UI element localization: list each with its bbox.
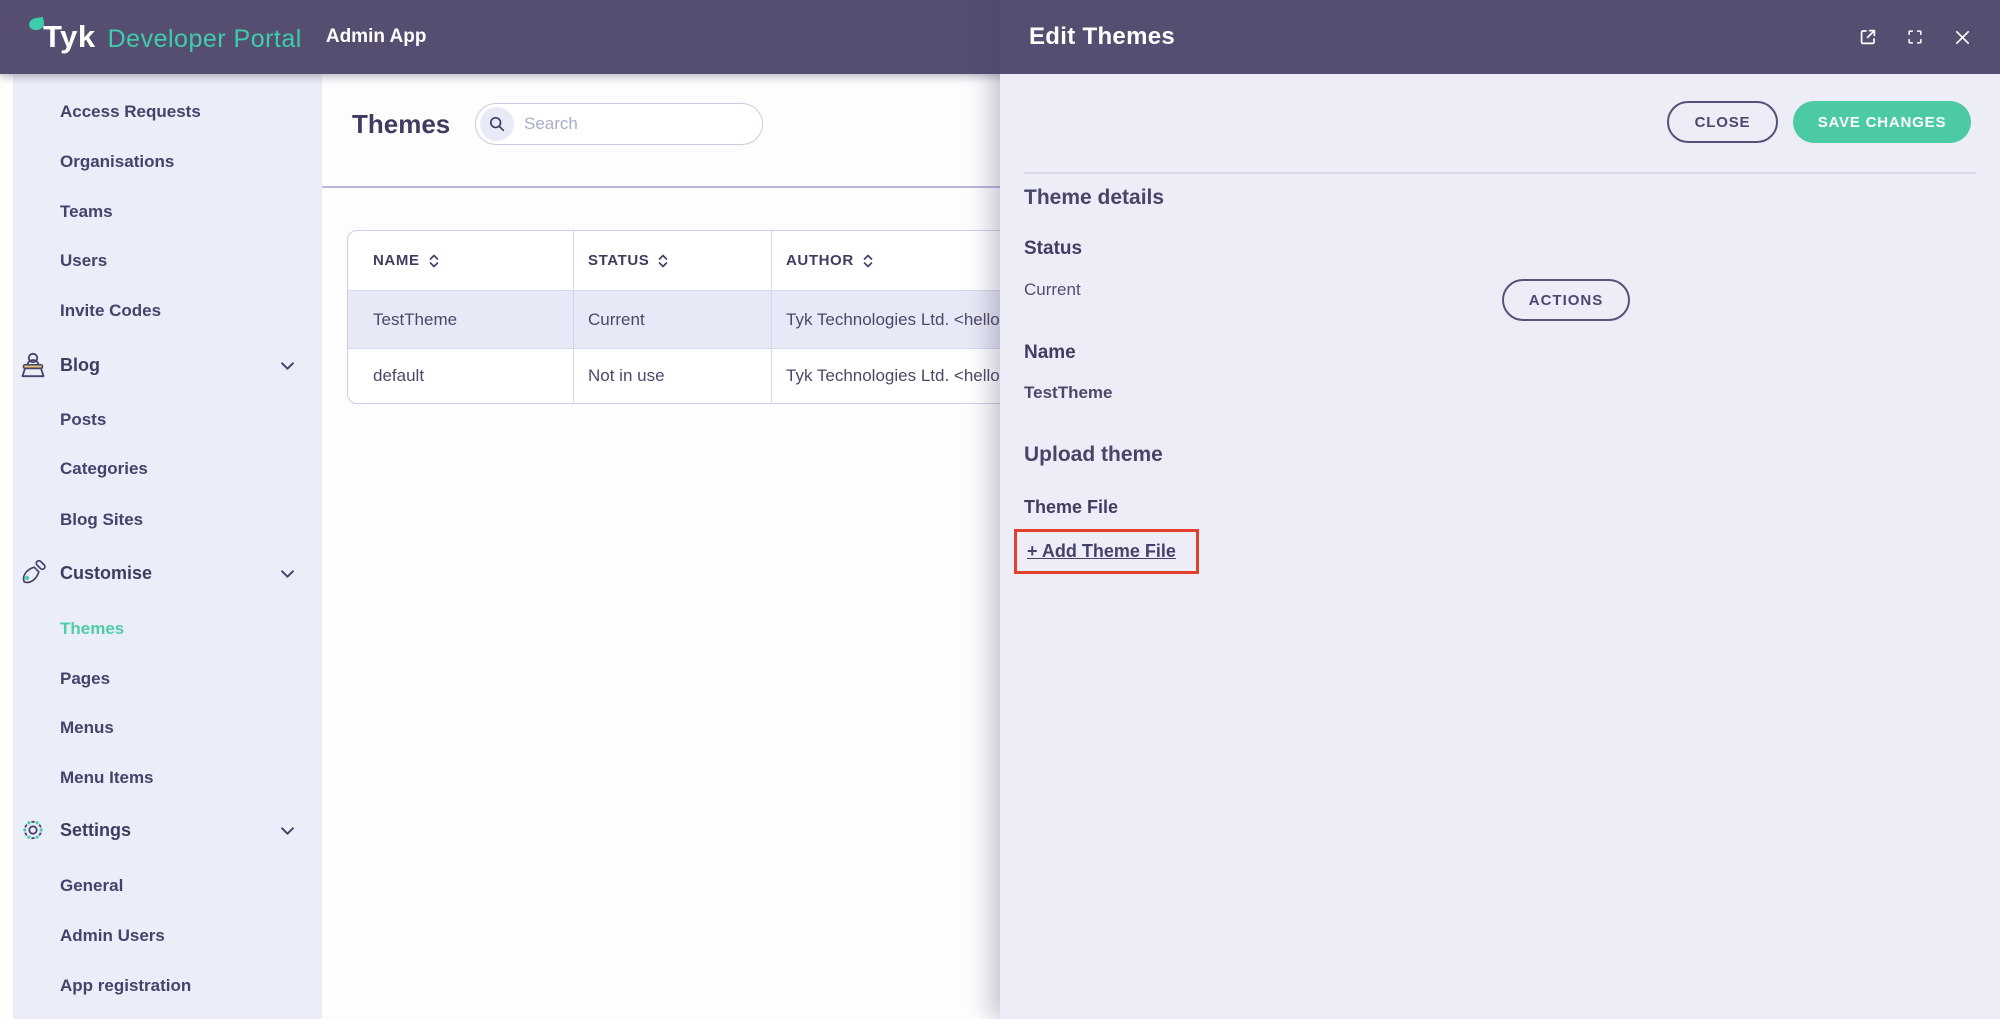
drawer-header-icons bbox=[1858, 0, 1972, 74]
external-link-icon[interactable] bbox=[1858, 27, 1878, 47]
column-header-label: STATUS bbox=[588, 252, 649, 269]
name-value: TestTheme bbox=[1024, 383, 1113, 403]
sidebar-item-general[interactable]: General bbox=[60, 874, 123, 898]
theme-details-heading: Theme details bbox=[1024, 186, 1164, 210]
sidebar-item-customise[interactable]: Customise bbox=[60, 561, 152, 585]
click-highlight-box: + Add Theme File bbox=[1014, 529, 1199, 574]
name-label: Name bbox=[1024, 342, 1076, 364]
search-box[interactable] bbox=[475, 103, 763, 145]
cell-name: default bbox=[348, 349, 573, 403]
search-input[interactable] bbox=[524, 106, 749, 142]
edit-themes-drawer: Edit Themes bbox=[1000, 0, 2000, 1019]
sort-icon bbox=[863, 253, 873, 269]
gear-icon bbox=[18, 815, 48, 845]
chevron-down-icon[interactable] bbox=[281, 362, 294, 370]
tyk-developer-portal-page: Tyk Developer Portal Admin App Access Re… bbox=[0, 0, 2000, 1019]
sidebar-item-categories[interactable]: Categories bbox=[60, 457, 148, 481]
theme-file-label: Theme File bbox=[1024, 497, 1118, 518]
save-changes-button[interactable]: SAVE CHANGES bbox=[1793, 101, 1971, 143]
page-title: Themes bbox=[352, 109, 450, 139]
sort-icon bbox=[429, 253, 439, 269]
brand-name: Tyk bbox=[43, 19, 96, 55]
sidebar-item-menus[interactable]: Menus bbox=[60, 716, 114, 740]
status-value: Current bbox=[1024, 280, 1081, 300]
cell-name: TestTheme bbox=[348, 291, 573, 348]
column-header-status[interactable]: STATUS bbox=[573, 231, 771, 290]
blogger-icon bbox=[18, 351, 48, 381]
expand-icon[interactable] bbox=[1905, 27, 1925, 47]
status-label: Status bbox=[1024, 238, 1082, 260]
drawer-header: Edit Themes bbox=[1000, 0, 2000, 74]
sidebar-item-blog-sites[interactable]: Blog Sites bbox=[60, 508, 143, 532]
column-header-label: NAME bbox=[373, 252, 420, 269]
column-header-name[interactable]: NAME bbox=[348, 231, 573, 290]
column-header-label: AUTHOR bbox=[786, 252, 854, 269]
sidebar-item-settings[interactable]: Settings bbox=[60, 818, 131, 842]
actions-button[interactable]: ACTIONS bbox=[1502, 279, 1630, 321]
sidebar-item-pages[interactable]: Pages bbox=[60, 667, 110, 691]
tyk-logo: Tyk Developer Portal bbox=[43, 19, 302, 55]
chevron-down-icon[interactable] bbox=[281, 570, 294, 578]
add-theme-file-link[interactable]: + Add Theme File bbox=[1027, 541, 1176, 562]
search-icon bbox=[480, 107, 514, 141]
chevron-down-icon[interactable] bbox=[281, 827, 294, 835]
sidebar-item-users[interactable]: Users bbox=[60, 249, 107, 273]
cell-status: Current bbox=[573, 291, 771, 348]
drawer-title: Edit Themes bbox=[1029, 23, 1175, 51]
sidebar-item-themes[interactable]: Themes bbox=[60, 617, 124, 641]
drawer-divider bbox=[1024, 172, 1976, 174]
close-button[interactable]: CLOSE bbox=[1667, 101, 1778, 143]
sidebar-item-organisations[interactable]: Organisations bbox=[60, 150, 174, 174]
sidebar-item-menu-items[interactable]: Menu Items bbox=[60, 766, 154, 790]
close-icon[interactable] bbox=[1952, 27, 1972, 47]
sidebar-item-posts[interactable]: Posts bbox=[60, 408, 106, 432]
app-label: Admin App bbox=[326, 26, 427, 48]
sidebar-item-access-requests[interactable]: Access Requests bbox=[60, 100, 201, 124]
sidebar-nav: Access Requests Organisations Teams User… bbox=[13, 74, 322, 1019]
sidebar-item-blog[interactable]: Blog bbox=[60, 353, 100, 377]
sidebar-item-invite-codes[interactable]: Invite Codes bbox=[60, 299, 161, 323]
sort-icon bbox=[658, 253, 668, 269]
upload-theme-heading: Upload theme bbox=[1024, 443, 1163, 467]
paintbrush-icon bbox=[18, 558, 48, 588]
cell-status: Not in use bbox=[573, 349, 771, 403]
sidebar-item-app-registration[interactable]: App registration bbox=[60, 974, 191, 998]
sidebar-item-admin-users[interactable]: Admin Users bbox=[60, 924, 165, 948]
product-name: Developer Portal bbox=[108, 25, 302, 54]
sidebar-item-teams[interactable]: Teams bbox=[60, 200, 113, 224]
